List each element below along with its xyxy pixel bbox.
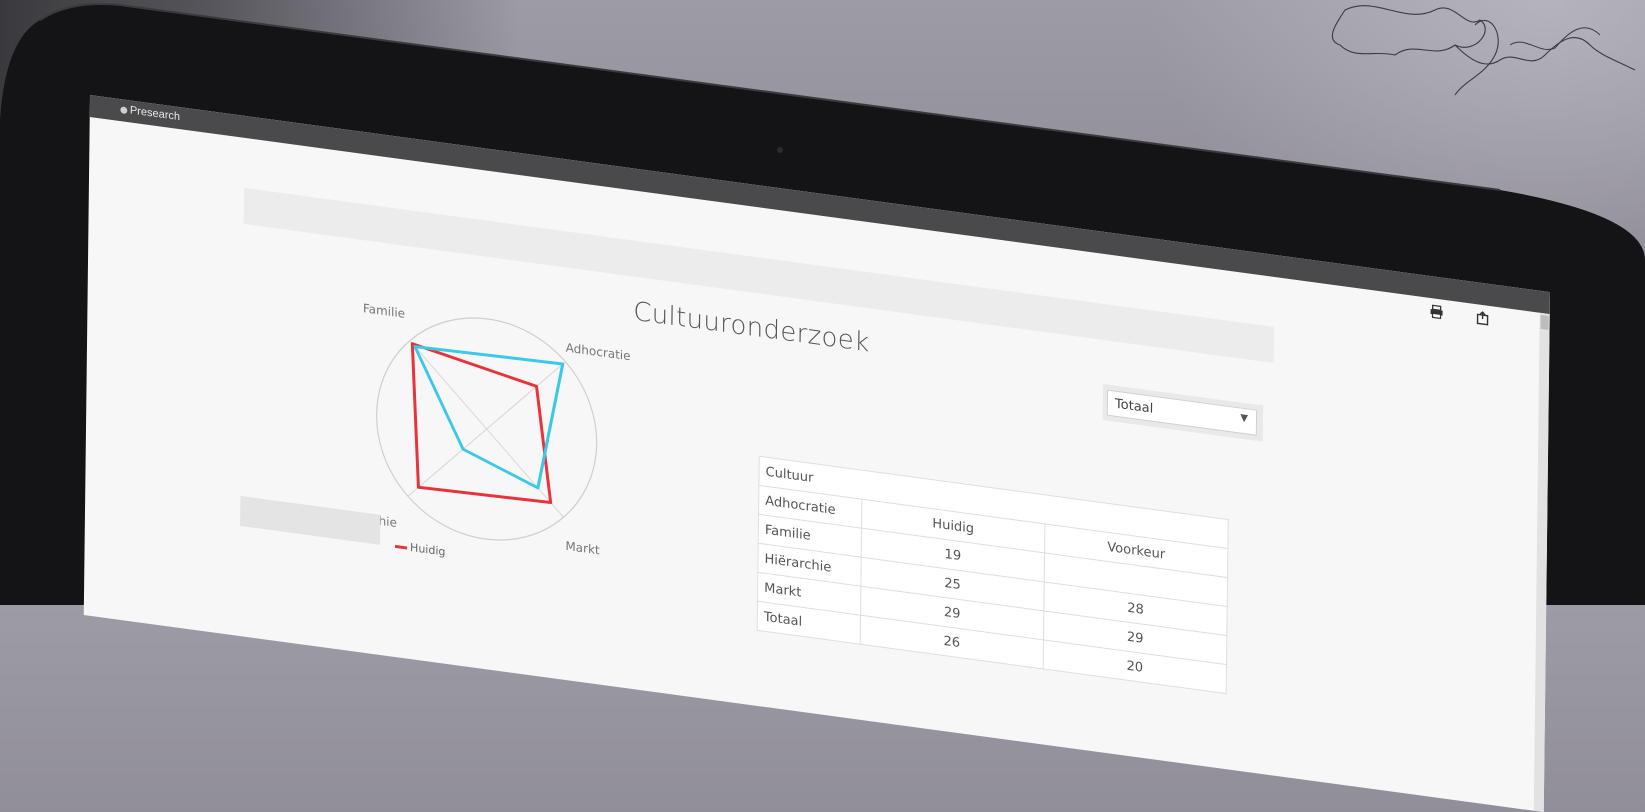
app-title: Presearch xyxy=(129,104,181,124)
menu-dot-icon[interactable]: ● xyxy=(120,105,128,116)
culture-table: Cultuur Adhocratie Huidig Voorkeur Famil… xyxy=(756,455,1229,695)
export-icon[interactable] xyxy=(1476,310,1490,330)
page-title: Cultuuronderzoek xyxy=(633,296,870,359)
scrollbar-thumb[interactable] xyxy=(1540,314,1549,330)
print-icon[interactable] xyxy=(1429,304,1443,324)
filter-panel: Totaal ▼ xyxy=(1102,384,1264,442)
filter-select[interactable]: Totaal ▼ xyxy=(1106,389,1258,436)
radar-axis-label: Adhocratie xyxy=(566,341,631,364)
chevron-down-icon[interactable]: ▼ xyxy=(1240,413,1248,425)
radar-axis-label: Markt xyxy=(565,539,600,558)
legend-swatch xyxy=(395,544,408,549)
filter-select-value: Totaal xyxy=(1114,396,1154,417)
toolbar xyxy=(1429,304,1518,334)
radar-series-huidig xyxy=(410,342,553,505)
radar-axis-label: Familie xyxy=(363,301,405,321)
